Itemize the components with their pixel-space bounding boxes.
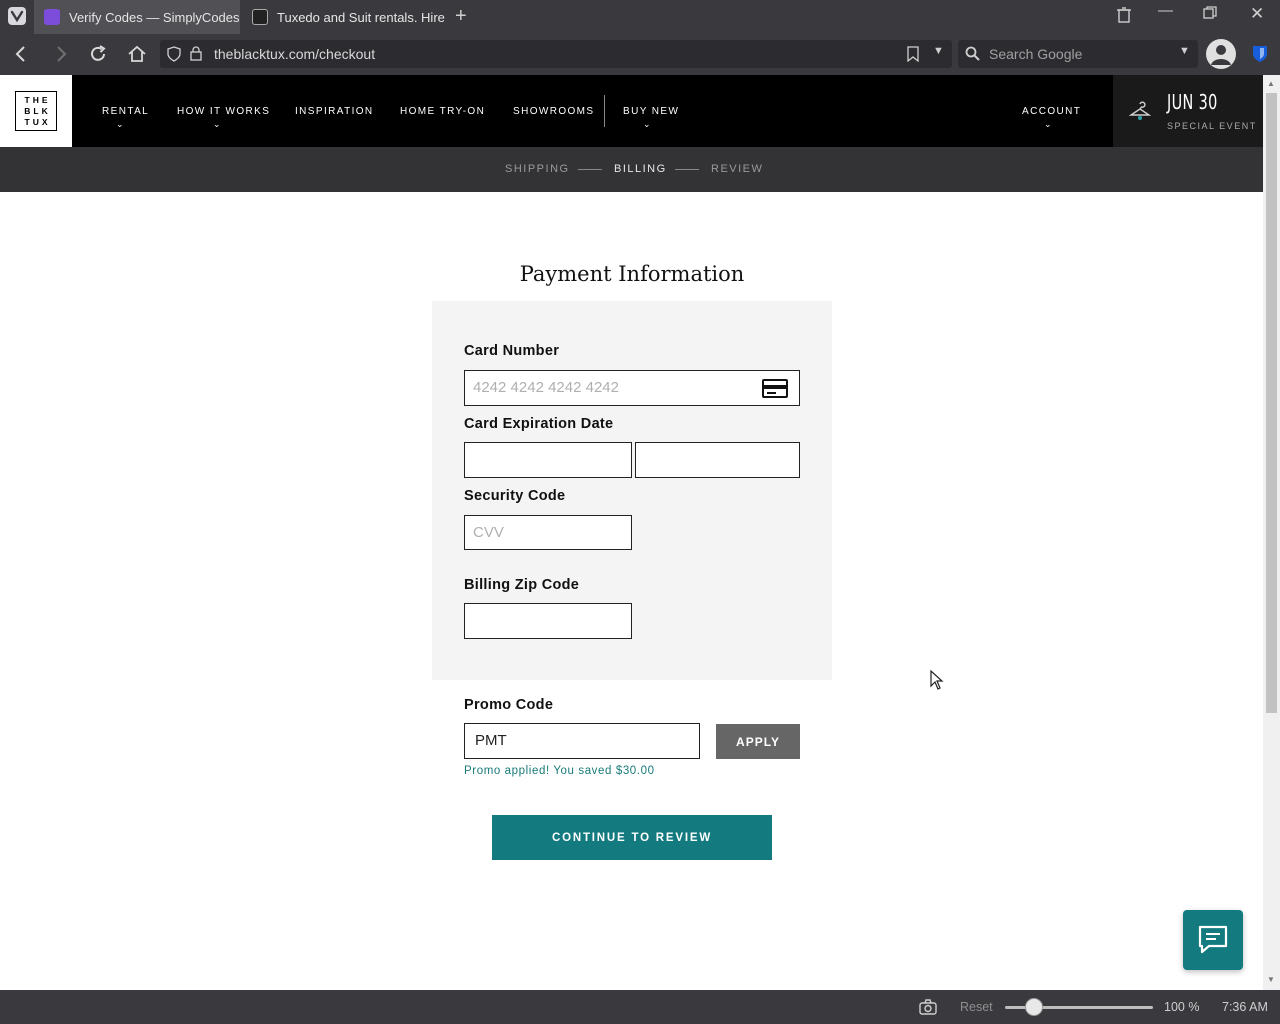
shield-icon[interactable] (167, 46, 181, 67)
tab-verify-codes[interactable]: Verify Codes — SimplyCodes (34, 0, 240, 34)
security-code-input[interactable]: CVV (464, 515, 632, 550)
new-tab-icon[interactable]: + (455, 6, 467, 26)
security-code-label: Security Code (464, 488, 566, 504)
expiration-label: Card Expiration Date (464, 416, 614, 432)
search-icon (965, 46, 981, 67)
card-number-placeholder: 4242 4242 4242 4242 (473, 379, 619, 396)
promo-code-label: Promo Code (464, 697, 554, 713)
expiration-month-input[interactable] (464, 442, 632, 478)
site-logo[interactable]: THE BLK TUX (0, 75, 72, 147)
logo-line: BLK (24, 105, 51, 116)
zoom-reset-button[interactable]: Reset (960, 1000, 993, 1014)
close-icon[interactable]: ✕ (1250, 4, 1264, 24)
nav-inspiration[interactable]: INSPIRATION (295, 106, 374, 117)
page-scrollbar[interactable]: ▲ ▼ (1263, 75, 1280, 990)
restore-icon[interactable] (1203, 6, 1217, 24)
billing-zip-label: Billing Zip Code (464, 577, 580, 593)
tab-title: Verify Codes — SimplyCodes (69, 9, 240, 25)
step-shipping[interactable]: SHIPPING (505, 163, 570, 175)
checkout-steps: SHIPPING BILLING REVIEW (0, 147, 1263, 192)
address-field[interactable]: theblacktux.com/checkout ▼ (160, 40, 952, 68)
chevron-down-icon: ⌄ (116, 119, 124, 129)
event-widget[interactable]: JUN 30 SPECIAL EVENT (1113, 75, 1263, 147)
continue-to-review-button[interactable]: CONTINUE TO REVIEW (492, 815, 772, 860)
nav-rental[interactable]: RENTAL (102, 106, 149, 117)
apply-button[interactable]: APPLY (716, 724, 800, 759)
promo-code-value: PMT (475, 732, 507, 749)
event-date: JUN 30 (1167, 90, 1218, 114)
zoom-level: 100 % (1164, 1000, 1200, 1014)
simplycodes-favicon-icon (44, 9, 60, 25)
promo-success-message: Promo applied! You saved $30.00 (464, 765, 655, 777)
chevron-down-icon: ⌄ (213, 119, 221, 129)
chat-button[interactable] (1183, 910, 1243, 970)
search-engine-chevron-icon[interactable]: ▼ (1179, 45, 1190, 57)
mouse-cursor-icon (930, 669, 944, 695)
browser-status-bar: Reset 100 % 7:36 AM (0, 990, 1280, 1024)
trash-icon[interactable] (1116, 6, 1132, 28)
scroll-thumb[interactable] (1266, 93, 1277, 713)
nav-home-try-on[interactable]: HOME TRY-ON (400, 106, 485, 117)
step-separator (578, 169, 602, 170)
clock: 7:36 AM (1222, 1000, 1268, 1014)
reload-icon[interactable] (87, 43, 109, 65)
bitwarden-shield-icon[interactable] (1251, 44, 1269, 69)
camera-icon[interactable] (919, 999, 937, 1020)
lock-icon[interactable] (190, 46, 202, 66)
site-header: THE BLK TUX RENTAL ⌄ HOW IT WORKS ⌄ INSP… (0, 75, 1263, 147)
nav-buy-new[interactable]: BUY NEW (623, 106, 679, 117)
browser-address-bar: theblacktux.com/checkout ▼ Search Google… (0, 34, 1280, 75)
chat-icon (1197, 924, 1229, 961)
tab-blacktux[interactable]: Tuxedo and Suit rentals. Hire (242, 0, 448, 34)
hanger-icon (1128, 101, 1152, 126)
search-field[interactable]: Search Google ▼ (958, 40, 1198, 68)
chevron-down-icon[interactable]: ▼ (933, 45, 944, 57)
card-number-input[interactable]: 4242 4242 4242 4242 (464, 370, 800, 406)
nav-account[interactable]: ACCOUNT (1022, 106, 1081, 117)
cvv-placeholder: CVV (473, 524, 504, 541)
vivaldi-menu-icon[interactable] (8, 7, 26, 25)
scroll-up-icon[interactable]: ▲ (1267, 79, 1275, 88)
nav-showrooms[interactable]: SHOWROOMS (513, 106, 595, 117)
logo-mark: THE BLK TUX (15, 91, 57, 131)
promo-code-input[interactable]: PMT (464, 723, 700, 759)
scroll-down-icon[interactable]: ▼ (1267, 975, 1275, 984)
card-number-label: Card Number (464, 343, 560, 359)
nav-divider (604, 95, 605, 127)
logo-line: THE (24, 94, 51, 105)
search-placeholder: Search Google (989, 46, 1083, 62)
event-label: SPECIAL EVENT (1167, 121, 1257, 131)
step-billing: BILLING (614, 163, 667, 175)
step-separator (675, 169, 699, 170)
chevron-down-icon: ⌄ (1044, 119, 1052, 129)
expiration-year-input[interactable] (635, 442, 800, 478)
nav-how-it-works[interactable]: HOW IT WORKS (177, 106, 270, 117)
forward-icon[interactable] (50, 43, 72, 65)
home-icon[interactable] (126, 43, 148, 65)
tab-title: Tuxedo and Suit rentals. Hire (277, 9, 445, 25)
profile-avatar-icon[interactable] (1206, 39, 1236, 69)
blacktux-favicon-icon (252, 9, 268, 25)
minimize-icon[interactable]: — (1158, 2, 1173, 19)
chevron-down-icon: ⌄ (643, 119, 651, 129)
browser-tab-bar: Verify Codes — SimplyCodes Tuxedo and Su… (0, 0, 1280, 34)
zoom-slider-thumb[interactable] (1025, 998, 1043, 1016)
billing-zip-input[interactable] (464, 603, 632, 639)
url-text: theblacktux.com/checkout (214, 46, 376, 62)
bookmark-icon[interactable] (907, 46, 919, 67)
page-title: Payment Information (519, 262, 745, 286)
logo-line: TUX (24, 116, 51, 127)
credit-card-icon (762, 379, 788, 398)
step-review: REVIEW (711, 163, 764, 175)
back-icon[interactable] (10, 43, 32, 65)
